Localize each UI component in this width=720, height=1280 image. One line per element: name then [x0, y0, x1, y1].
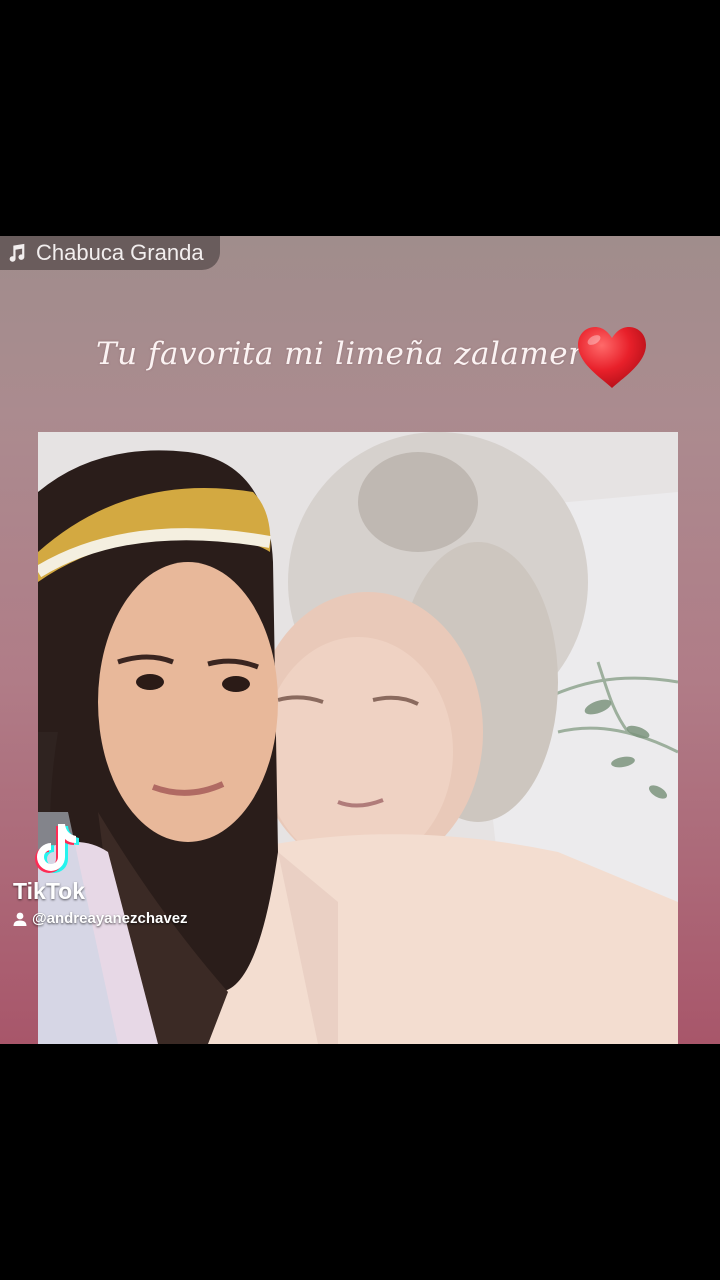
- caption-text: Tu favorita mi limeña zalamera: [96, 336, 603, 372]
- photo-illustration: [38, 432, 678, 1044]
- tiktok-brand: TikTok: [13, 878, 85, 904]
- music-note-icon: [9, 243, 25, 262]
- red-heart-icon: [578, 327, 646, 388]
- story-frame: Chabuca Granda Tu favorita mi limeña zal…: [0, 236, 720, 1044]
- user-icon: [13, 912, 27, 926]
- tiktok-logo-icon: [35, 824, 79, 873]
- caption-row: Tu favorita mi limeña zalamera: [0, 322, 720, 394]
- screen: Chabuca Granda Tu favorita mi limeña zal…: [0, 0, 720, 1280]
- tiktok-user[interactable]: @andreayanezchavez: [12, 910, 188, 927]
- music-sticker[interactable]: Chabuca Granda: [0, 236, 220, 270]
- photo: [38, 432, 678, 1044]
- tiktok-handle: @andreayanezchavez: [32, 910, 188, 927]
- music-title: Chabuca Granda: [36, 240, 204, 265]
- tiktok-watermark: TikTok @andreayanezchavez: [10, 822, 250, 932]
